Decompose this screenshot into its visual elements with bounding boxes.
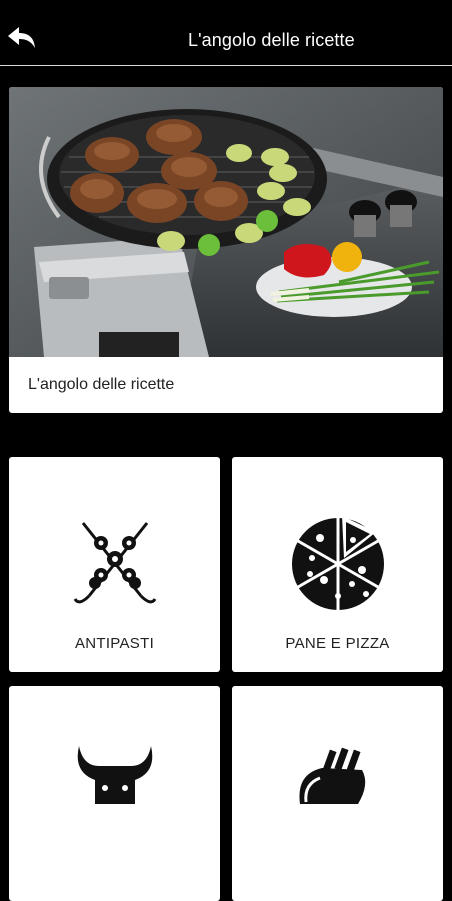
category-tile-lamb[interactable] xyxy=(232,686,443,901)
rack-of-lamb-icon xyxy=(299,747,366,804)
pizza-icon xyxy=(292,516,384,610)
hero-caption: L'angolo delle ricette xyxy=(28,376,175,393)
grill-photo xyxy=(9,87,443,357)
category-label: PANE E PIZZA xyxy=(285,635,390,652)
category-label: ANTIPASTI xyxy=(74,635,155,652)
page-title: L'angolo delle ricette xyxy=(188,30,355,50)
category-tile-bull[interactable] xyxy=(9,686,220,901)
bull-head-icon xyxy=(77,746,153,804)
category-tile-pane-e-pizza[interactable]: PANE E PIZZA xyxy=(232,457,443,672)
back-button[interactable] xyxy=(6,24,40,54)
top-bar: L'angolo delle ricette xyxy=(0,0,452,66)
skewers-icon xyxy=(73,522,157,604)
hero-card[interactable]: L'angolo delle ricette xyxy=(9,87,443,413)
category-tile-antipasti[interactable]: ANTIPASTI xyxy=(9,457,220,672)
back-arrow-icon xyxy=(8,27,35,48)
